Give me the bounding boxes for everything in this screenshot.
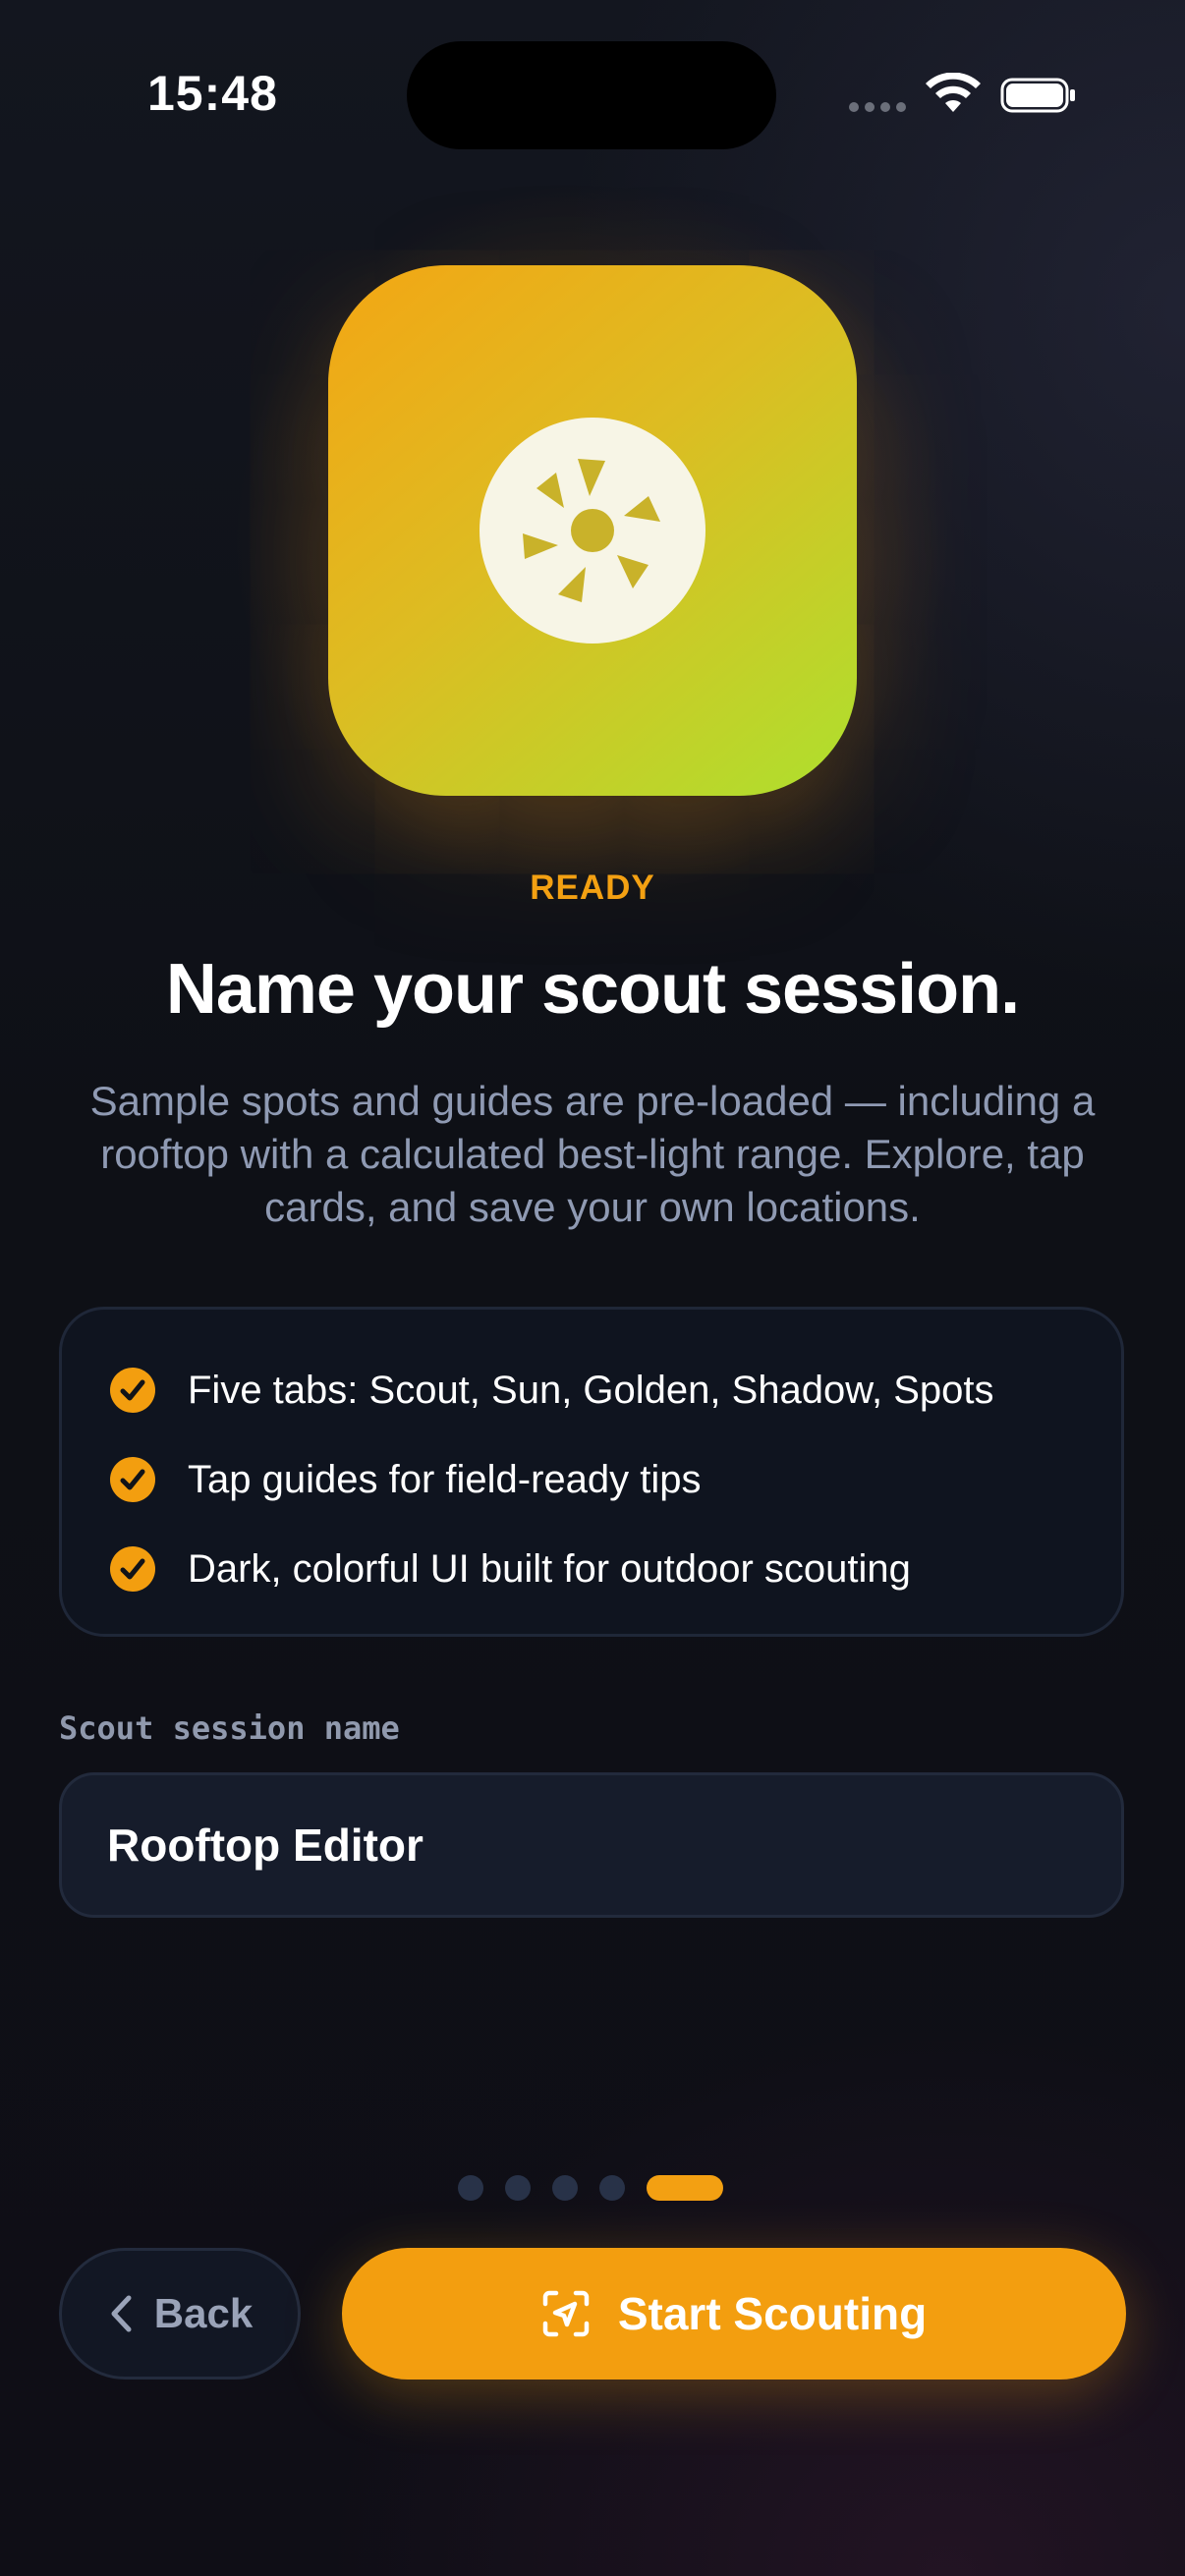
page-dot-active[interactable] <box>647 2175 723 2201</box>
back-button[interactable]: Back <box>59 2248 301 2380</box>
feature-text: Dark, colorful UI built for outdoor scou… <box>188 1546 911 1591</box>
checkmark-circle-icon <box>110 1457 155 1502</box>
page-indicator <box>458 2175 723 2201</box>
session-name-label: Scout session name <box>59 1709 400 1747</box>
start-scouting-label: Start Scouting <box>617 2288 928 2339</box>
start-scouting-button[interactable]: Start Scouting <box>342 2248 1126 2380</box>
scan-location-icon <box>542 2290 590 2337</box>
page-title: Name your scout session. <box>165 950 1020 1029</box>
wifi-icon <box>926 73 981 112</box>
feature-text: Five tabs: Scout, Sun, Golden, Shadow, S… <box>188 1368 994 1412</box>
dynamic-island <box>407 41 776 149</box>
checkmark-circle-icon <box>110 1368 155 1413</box>
page-dot[interactable] <box>552 2175 578 2201</box>
chevron-left-icon <box>111 2295 132 2332</box>
page-description: Sample spots and guides are pre-loaded —… <box>89 1078 1096 1230</box>
back-button-label: Back <box>153 2290 254 2336</box>
page-dot[interactable] <box>505 2175 531 2201</box>
page-dot[interactable] <box>458 2175 483 2201</box>
page-dot[interactable] <box>599 2175 625 2201</box>
cellular-signal-icon <box>849 102 906 112</box>
features-card: Five tabs: Scout, Sun, Golden, Shadow, S… <box>59 1307 1124 1637</box>
app-icon <box>328 265 857 796</box>
feature-item: Tap guides for field-ready tips <box>109 1450 702 1509</box>
feature-item: Five tabs: Scout, Sun, Golden, Shadow, S… <box>109 1361 994 1420</box>
checkmark-circle-icon <box>110 1546 155 1592</box>
battery-icon <box>1000 78 1075 113</box>
status-time: 15:48 <box>147 66 278 121</box>
session-name-input[interactable] <box>59 1772 1124 1918</box>
aperture-icon <box>480 418 705 644</box>
status-eyebrow: READY <box>530 868 655 907</box>
feature-text: Tap guides for field-ready tips <box>188 1457 702 1501</box>
feature-item: Dark, colorful UI built for outdoor scou… <box>109 1540 911 1598</box>
